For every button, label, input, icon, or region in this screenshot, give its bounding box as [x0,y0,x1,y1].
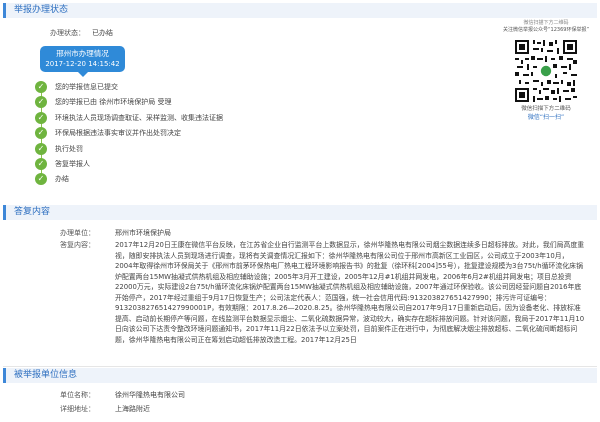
check-icon: ✓ [35,142,47,155]
section-divider [3,366,597,367]
timeline-step-label: 执行处罚 [55,144,83,153]
reported-section-header: 被举报单位信息 [3,368,597,383]
timeline-step-label: 环保局根据违法事实审议并作出处罚决定 [55,129,181,138]
timeline-step: ✓ 您的举报信息已提交 [35,80,335,95]
check-icon: ✓ [35,96,47,109]
timeline-step: ✓ 环保局根据违法事实审议并作出处罚决定 [35,126,335,141]
reply-section-header: 答复内容 [3,205,597,220]
status-section-title: 举报办理状态 [14,5,69,15]
address-value: 上海路附近 [115,405,150,413]
check-icon: ✓ [35,173,47,186]
check-icon: ✓ [35,81,47,93]
status-chip: 邢州市办理情况 2017-12-20 14:15:42 [40,46,125,77]
check-icon: ✓ [35,127,47,140]
timeline-step: ✓ 执行处罚 [35,142,335,157]
reported-section-title: 被举报单位信息 [14,370,78,380]
status-section-header: 举报办理状态 [3,3,597,18]
qr-code-panel: 微信扫描下方二维码 关注微信举报公众号“12369环保举报” 微信扫描下方二维码… [502,20,590,122]
timeline-step-label: 您的举报已由 徐州市环境保护局 受理 [55,98,172,107]
timeline-step: ✓ 办结 [35,172,335,187]
qr-code-image[interactable] [515,40,577,102]
handling-unit-value: 邢州市环境保护局 [115,229,171,237]
handling-unit-label: 办理单位： [60,229,95,237]
qr-footer-text: 微信扫描下方二维码 [521,106,571,112]
timeline-step-label: 您的举报信息已提交 [55,83,118,91]
reported-unit-label: 单位名称： [60,391,95,399]
timeline-step-label: 环境执法人员现场调查取证、采样监测、收集违法证据 [55,113,223,122]
check-icon: ✓ [35,157,47,170]
reply-text: 2017年12月20日王康在微信平台反映，在江苏省企业自行监测平台上数据显示，徐… [115,241,585,344]
qr-footer-scan: 微信“扫一扫” [527,114,565,121]
timeline-step: ✓ 答复举报人 [35,157,335,172]
reply-label: 答复内容： [60,241,95,249]
timeline-step: ✓ 您的举报已由 徐州市环境保护局 受理 [35,95,335,110]
reported-unit-value: 徐州华隆热电有限公司 [115,391,185,399]
state-value: 已办结 [92,29,113,37]
progress-timeline: ✓ 您的举报信息已提交 ✓ 您的举报已由 徐州市环境保护局 受理 ✓ 环境执法人… [35,80,335,188]
chip-time: 2017-12-20 14:15:42 [45,60,120,68]
timeline-step-label: 答复举报人 [55,159,90,168]
timeline-step-label: 办结 [55,175,69,184]
state-label: 办理状态： [50,29,85,37]
qr-caption-top: 微信扫描下方二维码 [523,20,569,26]
chip-title: 邢州市办理情况 [56,49,109,58]
reply-section-title: 答复内容 [14,207,51,217]
timeline-step: ✓ 环境执法人员现场调查取证、采样监测、收集违法证据 [35,111,335,126]
check-icon: ✓ [35,111,47,124]
qr-caption-account: 关注微信举报公众号“12369环保举报” [502,27,590,33]
qr-code-icon [515,40,577,102]
address-label: 详细地址： [60,405,95,413]
